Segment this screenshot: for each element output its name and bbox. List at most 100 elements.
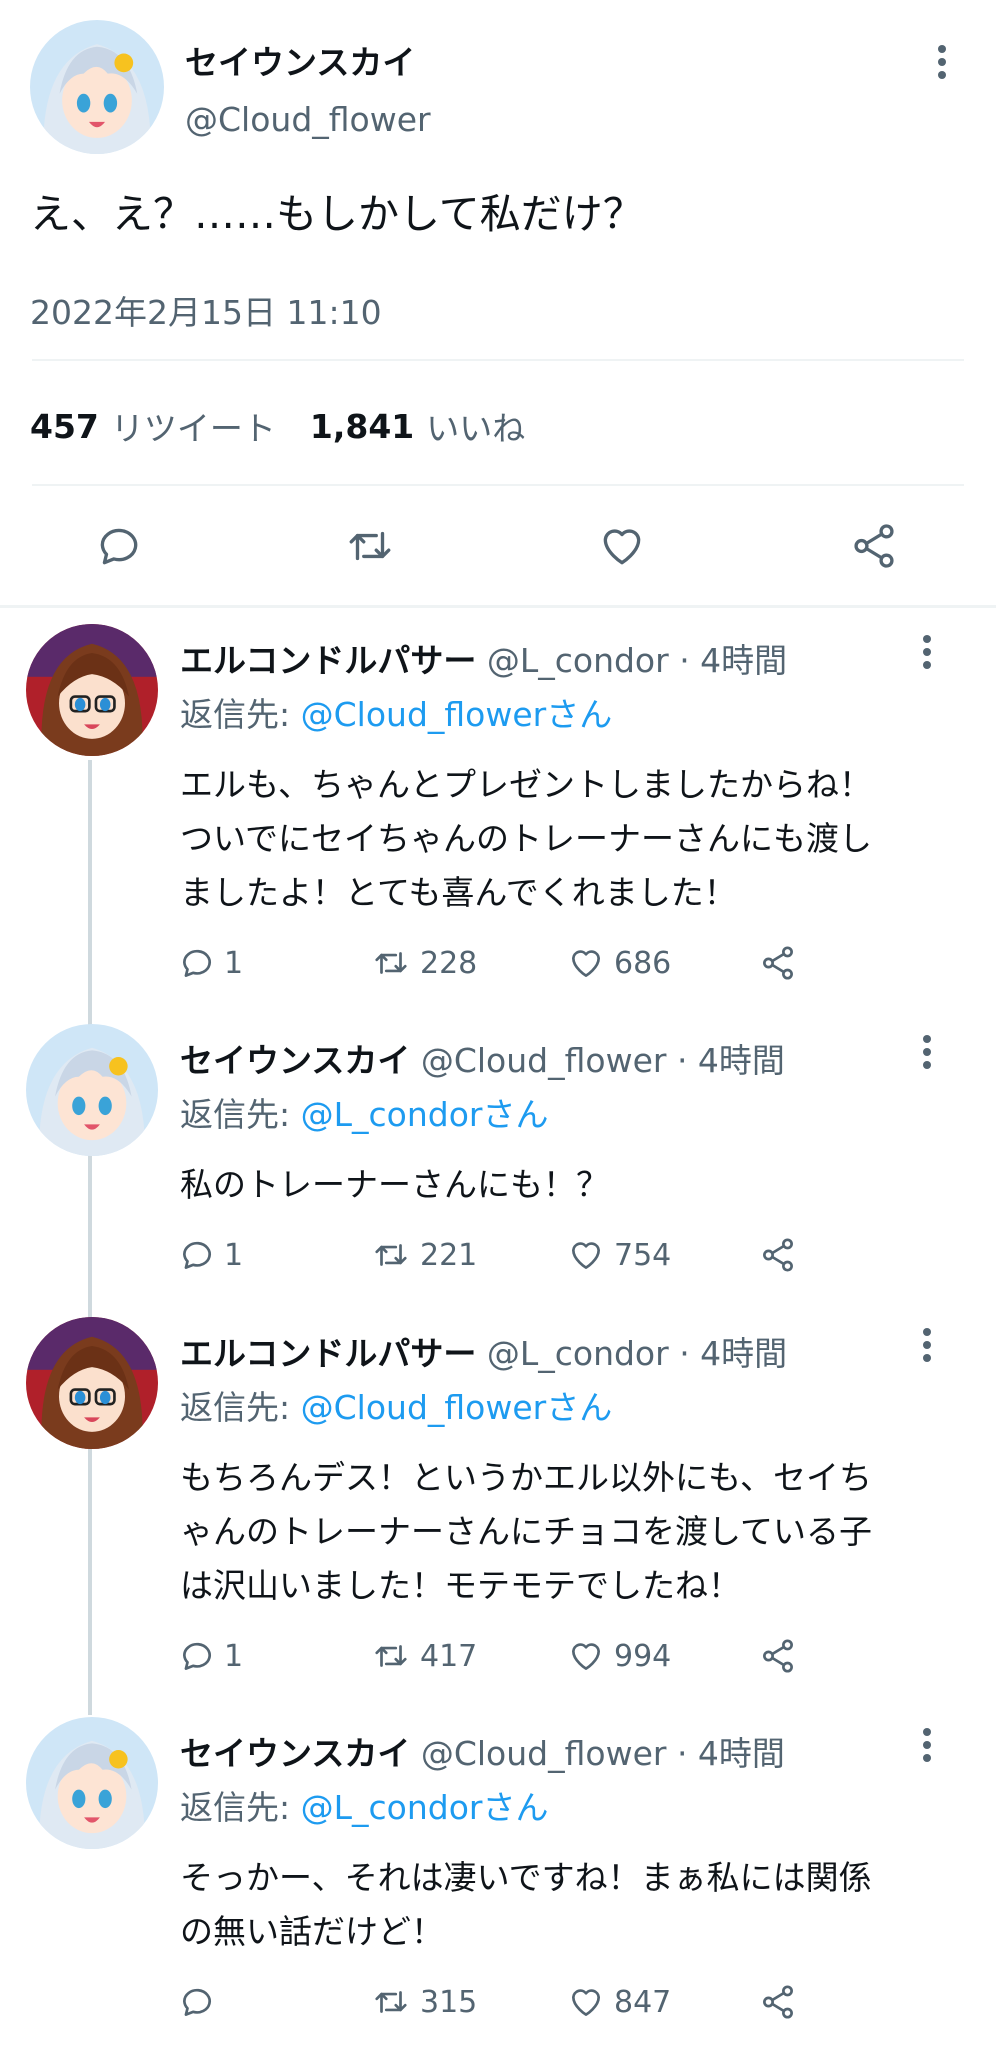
like-label[interactable]: いいね: [426, 402, 525, 450]
share-icon[interactable]: [758, 1637, 798, 1675]
share-action[interactable]: [758, 1236, 798, 1274]
reply-header: セイウンスカイ @Cloud_flower · 4時間: [180, 1727, 785, 1775]
reply-action[interactable]: 1: [178, 1236, 243, 1274]
reply-prefix: 返信先:: [180, 1788, 291, 1827]
share-icon[interactable]: [848, 521, 900, 575]
retweet-icon[interactable]: [342, 521, 398, 575]
main-display-name[interactable]: セイウンスカイ: [185, 36, 415, 84]
reply-header: セイウンスカイ @Cloud_flower · 4時間: [180, 1034, 785, 1082]
more-icon[interactable]: [907, 1725, 947, 1765]
reply-prefix: 返信先:: [180, 1095, 291, 1134]
reply-action[interactable]: [178, 1983, 224, 2021]
reply-display-name[interactable]: セイウンスカイ: [180, 1041, 410, 1080]
like-count[interactable]: 1,841: [310, 407, 414, 446]
reply-handle[interactable]: @Cloud_flower: [421, 1041, 667, 1080]
more-icon[interactable]: [922, 42, 962, 82]
reply-icon[interactable]: [178, 1236, 216, 1274]
retweet-action[interactable]: 315: [370, 1983, 477, 2021]
retweet-count: 221: [420, 1237, 478, 1273]
reply-time[interactable]: · 4時間: [677, 1734, 785, 1773]
more-icon[interactable]: [907, 1032, 947, 1072]
like-action[interactable]: 994: [566, 1637, 671, 1675]
reply-icon[interactable]: [178, 1983, 216, 2021]
more-icon[interactable]: [907, 632, 947, 672]
like-action[interactable]: 847: [566, 1983, 671, 2021]
reply-to-link[interactable]: @Cloud_flowerさん: [301, 695, 613, 734]
retweet-label[interactable]: リツイート: [111, 402, 276, 450]
share-icon[interactable]: [758, 1236, 798, 1274]
reply-to-link[interactable]: @L_condorさん: [301, 1095, 549, 1134]
like-action[interactable]: 686: [566, 944, 671, 982]
reply-text-line: ゃんのトレーナーさんにチョコを渡している子: [180, 1512, 873, 1551]
retweet-icon[interactable]: [370, 1983, 412, 2021]
reply-prefix: 返信先:: [180, 1388, 291, 1427]
more-icon[interactable]: [907, 1325, 947, 1365]
reply-count: 1: [224, 1237, 244, 1273]
thread-line: [88, 760, 92, 1715]
retweet-count: 228: [420, 945, 478, 981]
retweet-count: 417: [420, 1638, 478, 1674]
reply-handle[interactable]: @Cloud_flower: [421, 1734, 667, 1773]
retweet-action[interactable]: 221: [370, 1236, 477, 1274]
section-divider: [0, 605, 996, 608]
engagement-stats: 457 リツイート 1,841 いいね: [30, 402, 525, 450]
reply-action[interactable]: 1: [178, 944, 243, 982]
like-action[interactable]: 754: [566, 1236, 671, 1274]
heart-icon[interactable]: [566, 1983, 606, 2021]
share-action[interactable]: [758, 1637, 798, 1675]
share-icon[interactable]: [758, 1983, 798, 2021]
retweet-action[interactable]: 417: [370, 1637, 477, 1675]
like-count: 994: [614, 1638, 672, 1674]
heart-icon[interactable]: [566, 1236, 606, 1274]
reply-text-line: の無い話だけど！: [180, 1912, 444, 1951]
reply-time[interactable]: · 4時間: [677, 1041, 785, 1080]
reply-text-line: そっかー、それは凄いですね！まぁ私には関係: [180, 1858, 872, 1897]
reply-icon[interactable]: [178, 1637, 216, 1675]
reply-text-line: エルも、ちゃんとプレゼントしましたからね！: [180, 765, 873, 804]
reply-avatar[interactable]: [26, 624, 158, 756]
reply-time[interactable]: · 4時間: [679, 641, 787, 680]
share-icon[interactable]: [758, 944, 798, 982]
heart-icon[interactable]: [566, 944, 606, 982]
reply-to-link[interactable]: @L_condorさん: [301, 1788, 549, 1827]
reply-display-name[interactable]: セイウンスカイ: [180, 1734, 410, 1773]
main-action-bar: [0, 515, 996, 579]
reply-display-name[interactable]: エルコンドルパサー: [180, 641, 476, 680]
like-count: 686: [614, 945, 672, 981]
share-action[interactable]: [758, 1983, 798, 2021]
reply-text-line: ましたよ！とても喜んでくれました！: [180, 873, 737, 912]
retweet-icon[interactable]: [370, 1236, 412, 1274]
like-count: 847: [614, 1984, 672, 2020]
like-count: 754: [614, 1237, 672, 1273]
retweet-icon[interactable]: [370, 944, 412, 982]
main-tweet-text: え、え？……もしかして私だけ？: [30, 190, 644, 238]
reply-handle[interactable]: @L_condor: [487, 641, 669, 680]
reply-time[interactable]: · 4時間: [679, 1334, 787, 1373]
reply-header: エルコンドルパサー @L_condor · 4時間: [180, 1327, 787, 1375]
main-timestamp[interactable]: 2022年2月15日 11:10: [30, 286, 382, 334]
retweet-action[interactable]: 228: [370, 944, 477, 982]
reply-count: 1: [224, 945, 244, 981]
main-avatar[interactable]: [30, 20, 164, 154]
reply-to-link[interactable]: @Cloud_flowerさん: [301, 1388, 613, 1427]
share-action[interactable]: [758, 944, 798, 982]
main-handle[interactable]: @Cloud_flower: [185, 100, 431, 139]
heart-icon[interactable]: [596, 521, 648, 575]
reply-avatar[interactable]: [26, 1024, 158, 1156]
reply-avatar[interactable]: [26, 1317, 158, 1449]
retweet-count[interactable]: 457: [30, 407, 99, 446]
reply-display-name[interactable]: エルコンドルパサー: [180, 1334, 476, 1373]
reply-action[interactable]: 1: [178, 1637, 243, 1675]
reply-text-line: ついでにセイちゃんのトレーナーさんにも渡し: [180, 819, 873, 858]
retweet-icon[interactable]: [370, 1637, 412, 1675]
reply-text-line: もちろんデス！というかエル以外にも、セイち: [180, 1458, 873, 1497]
heart-icon[interactable]: [566, 1637, 606, 1675]
reply-count: 1: [224, 1638, 244, 1674]
reply-prefix: 返信先:: [180, 695, 291, 734]
reply-icon[interactable]: [94, 521, 144, 575]
reply-handle[interactable]: @L_condor: [487, 1334, 669, 1373]
reply-icon[interactable]: [178, 944, 216, 982]
reply-to: 返信先: @L_condorさん: [180, 1088, 548, 1136]
reply-header: エルコンドルパサー @L_condor · 4時間: [180, 634, 787, 682]
reply-avatar[interactable]: [26, 1717, 158, 1849]
